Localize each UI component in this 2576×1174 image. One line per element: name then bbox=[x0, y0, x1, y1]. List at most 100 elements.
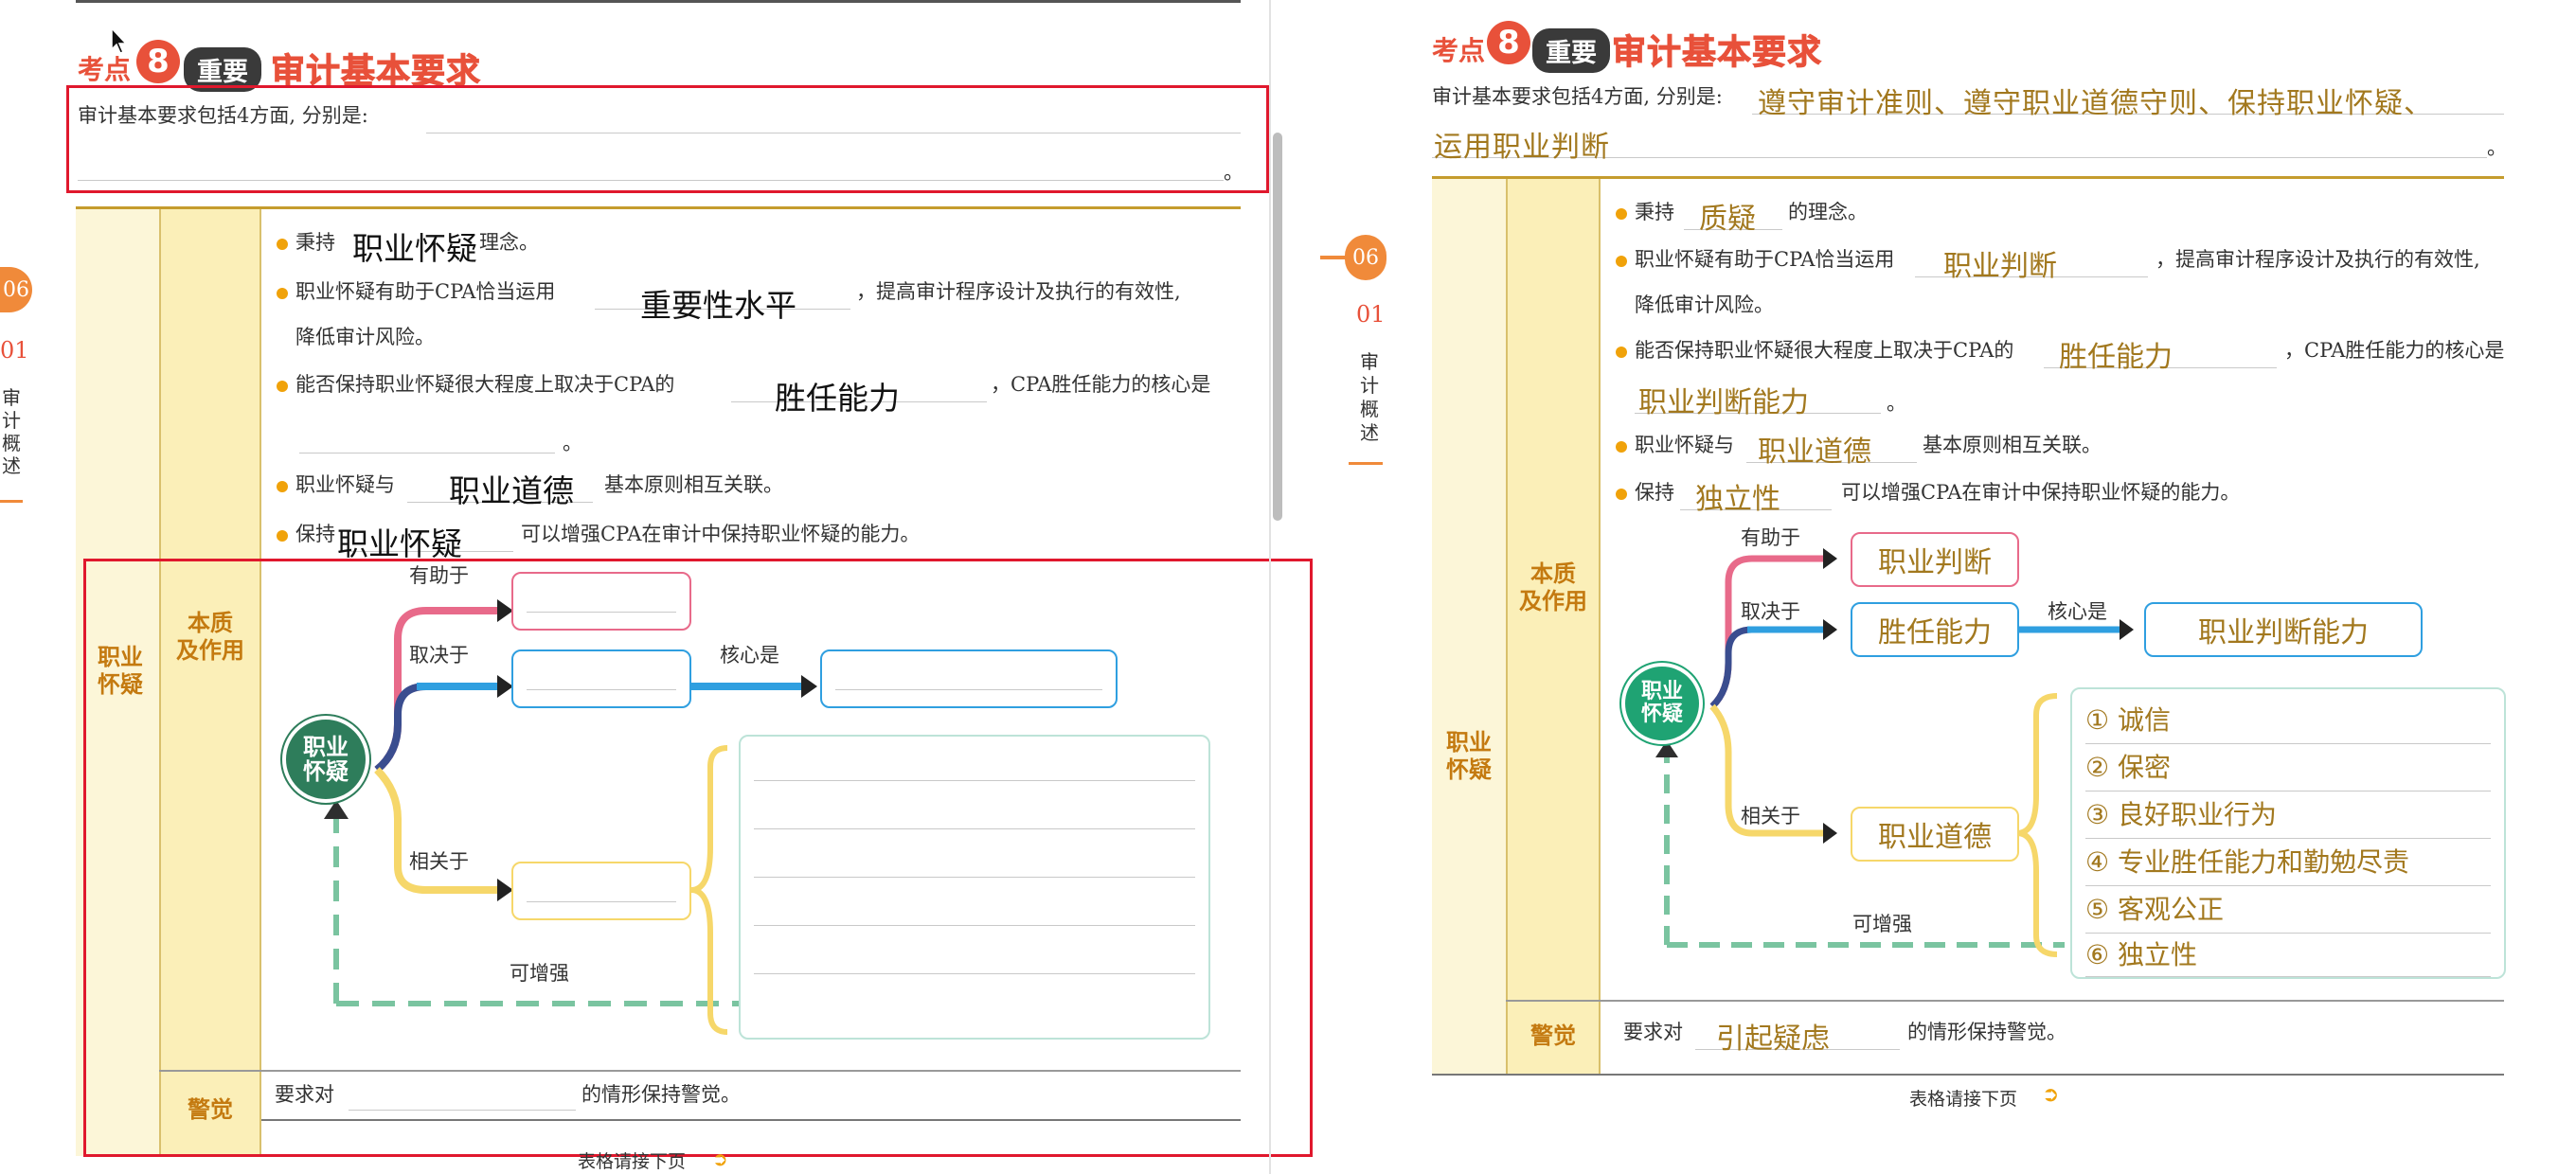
label-core: 核心是 bbox=[2048, 600, 2107, 623]
bullet-5-post: 可以增强CPA在审计中保持职业怀疑的能力。 bbox=[1841, 481, 2241, 504]
label-enhance: 可增强 bbox=[510, 962, 569, 985]
bullet-5-answer: 职业怀疑 bbox=[337, 525, 462, 562]
cursor-icon bbox=[111, 27, 128, 54]
alert-text-pre: 要求对 bbox=[275, 1083, 334, 1106]
principles-box: ① 诚信 ② 保密 ③ 良好职业行为 ④ 专业胜任能力和勤勉尽责 ⑤ 客观公正 … bbox=[2070, 687, 2506, 979]
intro-answer-2: 运用职业判断 bbox=[1434, 131, 1610, 164]
kaodian-number: 8 bbox=[1487, 21, 1530, 64]
table-bottom-rule bbox=[1432, 1074, 2504, 1076]
bullet-3-pre: 能否保持职业怀疑很大程度上取决于CPA的 bbox=[1635, 339, 2014, 362]
intro-text: 审计基本要求包括4方面, 分别是: bbox=[78, 104, 368, 127]
box-helps-text: 职业判断 bbox=[1878, 546, 1992, 579]
bullet-3-answer: 胜任能力 bbox=[775, 380, 900, 417]
bullet-3b-period: 。 bbox=[1887, 392, 1906, 415]
box-relates-blank bbox=[511, 862, 691, 920]
intro-text: 审计基本要求包括4方面, 分别是: bbox=[1432, 85, 1723, 108]
footer-continued: 表格请接下页 bbox=[1909, 1089, 2018, 1110]
side-char: 计 bbox=[2, 409, 21, 432]
bullet-5-answer: 独立性 bbox=[1695, 483, 1780, 516]
principle-item: ⑥ 独立性 bbox=[2085, 934, 2491, 977]
outer-label: 职业 怀疑 bbox=[1446, 729, 1492, 783]
bullet-4-pre: 职业怀疑与 bbox=[1635, 434, 1734, 456]
bullet-4-post: 基本原则相互关联。 bbox=[1923, 434, 2102, 456]
intro-answer-1: 遵守审计准则、遵守职业道德守则、保持职业怀疑、 bbox=[1758, 87, 2433, 120]
pane-divider bbox=[1269, 0, 1271, 1174]
intro-period: 。 bbox=[1224, 161, 1243, 184]
nature-label: 本质 及作用 bbox=[1519, 560, 1587, 614]
bullet-3-answer: 胜任能力 bbox=[2059, 341, 2173, 374]
box-core: 职业判断能力 bbox=[2144, 602, 2423, 657]
bullet-1-post: 理念。 bbox=[479, 231, 539, 254]
principle-item: ⑤ 客观公正 bbox=[2085, 886, 2491, 934]
bullet-dot bbox=[277, 239, 288, 250]
bullet-1-pre: 秉持 bbox=[1635, 201, 1674, 223]
bullet-2-post: ，提高审计程序设计及执行的有效性, bbox=[2156, 248, 2480, 271]
principles-box-blank bbox=[739, 735, 1210, 1040]
principle-item: ② 保密 bbox=[2085, 744, 2491, 792]
table-bottom-rule bbox=[261, 1119, 1241, 1121]
row-divider bbox=[1506, 1000, 2504, 1002]
center-node: 职业 怀疑 bbox=[1621, 663, 1703, 744]
bullet-2-pre: 职业怀疑有助于CPA恰当运用 bbox=[295, 280, 556, 303]
bullet-3b-period: 。 bbox=[563, 432, 582, 454]
principle-item: ④ 专业胜任能力和勤勉尽责 bbox=[2085, 839, 2491, 886]
center-node: 职业 怀疑 bbox=[282, 716, 369, 803]
bullet-3b-answer: 职业判断能力 bbox=[1638, 386, 1809, 419]
bullet-dot bbox=[1616, 489, 1627, 500]
label-relates: 相关于 bbox=[1741, 805, 1800, 827]
side-char: 审 bbox=[1360, 350, 1379, 373]
box-helps: 职业判断 bbox=[1851, 532, 2019, 587]
section-tab: 01 bbox=[0, 337, 29, 364]
chapter-tab-line bbox=[1320, 256, 1349, 259]
side-chars: 审 计 概 述 bbox=[1360, 350, 1381, 445]
box-helps-blank bbox=[511, 572, 691, 631]
kaodian-number: 8 bbox=[136, 40, 180, 83]
bullet-4-answer: 职业道德 bbox=[449, 472, 574, 509]
bullet-dot bbox=[277, 381, 288, 392]
principle-item: ③ 良好职业行为 bbox=[2085, 792, 2491, 839]
bullet-2-cont: 降低审计风险。 bbox=[1635, 294, 1774, 316]
highlight-box-intro bbox=[66, 85, 1269, 193]
footer-continued: 表格请接下页 bbox=[578, 1151, 687, 1172]
bullet-2-pre: 职业怀疑有助于CPA恰当运用 bbox=[1635, 248, 1895, 271]
chapter-tab: 06 bbox=[0, 267, 32, 312]
box-core-blank bbox=[820, 649, 1118, 708]
box-depends-text: 胜任能力 bbox=[1878, 616, 1992, 649]
label-enhance: 可增强 bbox=[1852, 913, 1912, 935]
alert-answer: 引起疑虑 bbox=[1716, 1023, 1830, 1056]
bullet-1-pre: 秉持 bbox=[295, 231, 335, 254]
bullet-2-cont: 降低审计风险。 bbox=[295, 326, 435, 348]
outer-column bbox=[1432, 179, 1506, 1075]
box-relates-text: 职业道德 bbox=[1878, 821, 1992, 854]
bullet-3-post: ，CPA胜任能力的核心是 bbox=[991, 373, 1211, 396]
bullet-dot bbox=[1616, 441, 1627, 453]
label-helps: 有助于 bbox=[409, 564, 469, 587]
bullet-dot bbox=[277, 530, 288, 542]
side-char: 概 bbox=[1360, 398, 1379, 420]
box-core-text: 职业判断能力 bbox=[2198, 616, 2369, 649]
bullet-dot bbox=[1616, 208, 1627, 220]
bullet-2-answer: 职业判断 bbox=[1943, 250, 2057, 283]
kaodian-label: 考点 bbox=[1432, 35, 1486, 66]
bullet-1-answer: 质疑 bbox=[1699, 203, 1756, 236]
bullet-dot bbox=[277, 481, 288, 492]
side-rule bbox=[0, 500, 23, 503]
box-relates: 职业道德 bbox=[1851, 807, 2019, 862]
bullet-5-pre: 保持 bbox=[295, 523, 335, 545]
inner-column bbox=[1506, 179, 1601, 1075]
bullet-dot bbox=[1616, 256, 1627, 267]
scrollbar-thumb[interactable] bbox=[1273, 133, 1282, 521]
side-char: 概 bbox=[2, 432, 21, 454]
alert-text-post: 的情形保持警觉。 bbox=[1907, 1021, 2066, 1043]
bullet-2-answer: 重要性水平 bbox=[640, 287, 796, 324]
label-core: 核心是 bbox=[720, 644, 779, 667]
bullet-4-post: 基本原则相互关联。 bbox=[604, 473, 783, 496]
bullet-1-answer: 职业怀疑 bbox=[352, 230, 477, 267]
bullet-3-pre: 能否保持职业怀疑很大程度上取决于CPA的 bbox=[295, 373, 675, 396]
bullet-3b-blank bbox=[299, 453, 555, 454]
alert-label: 警觉 bbox=[1530, 1023, 1576, 1049]
bullet-dot bbox=[277, 288, 288, 299]
bullet-4-pre: 职业怀疑与 bbox=[295, 473, 395, 496]
alert-blank bbox=[349, 1110, 576, 1111]
section-title: 审计基本要求 bbox=[1611, 33, 1823, 73]
